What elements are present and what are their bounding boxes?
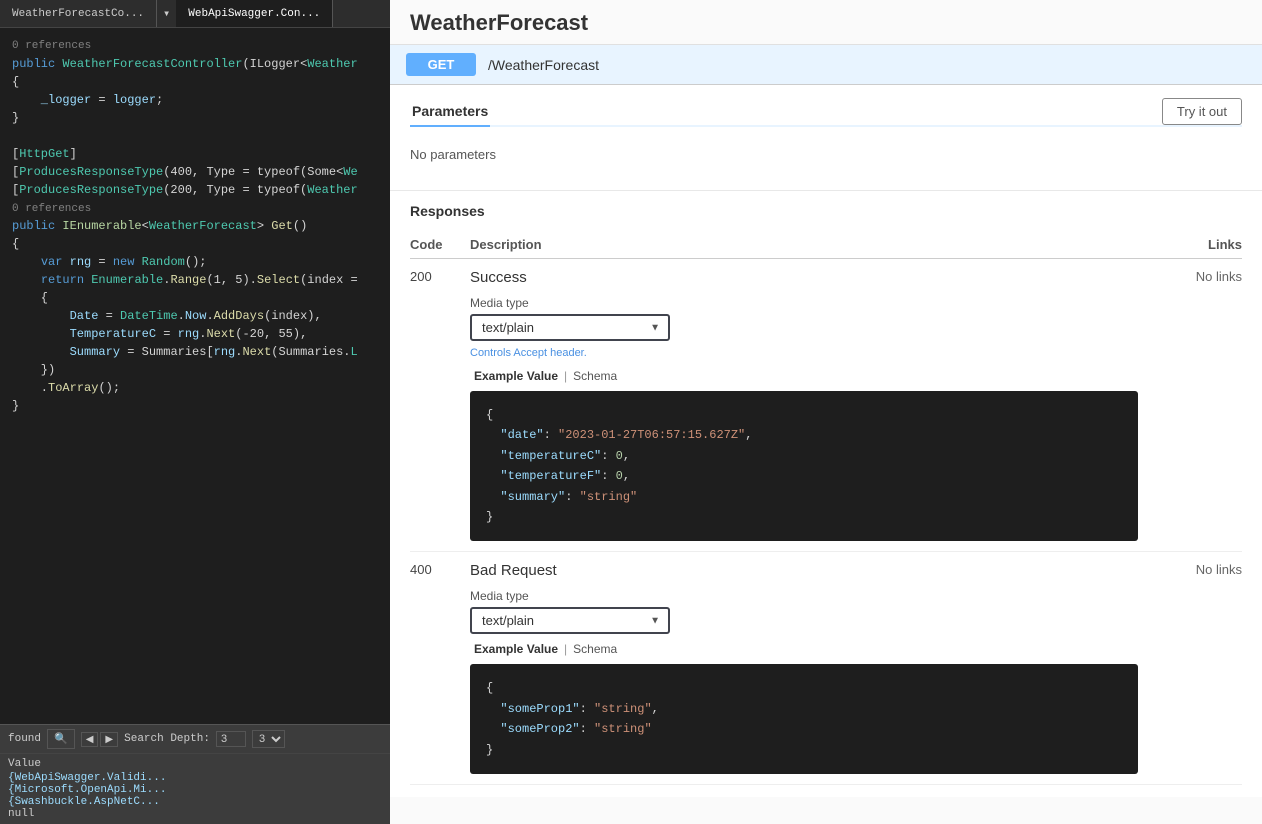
code-line: public IEnumerable<WeatherForecast> Get(… <box>0 217 390 235</box>
response-code-400: 400 <box>410 552 470 785</box>
example-schema-tabs-200: Example Value | Schema <box>470 367 1138 385</box>
example-code-block-400: { "someProp1": "string", "someProp2": "s… <box>470 664 1138 774</box>
search-box[interactable]: 🔍 <box>47 729 75 749</box>
search-depth-label: Search Depth: <box>124 733 210 745</box>
responses-section: Responses Code Description Links 200 <box>390 190 1262 797</box>
code-line: { <box>0 289 390 307</box>
tab-schema-200[interactable]: Schema <box>569 367 621 385</box>
example-schema-tabs-400: Example Value | Schema <box>470 640 1138 658</box>
swagger-content: GET /WeatherForecast Parameters Try it o… <box>390 45 1262 824</box>
code-line: [ProducesResponseType(200, Type = typeof… <box>0 181 390 199</box>
code-line: _logger = logger; <box>0 91 390 109</box>
responses-title: Responses <box>410 203 1242 219</box>
swagger-title: WeatherForecast <box>410 10 1242 36</box>
search-depth-dropdown[interactable]: 3 <box>252 730 285 748</box>
code-line: { <box>0 235 390 253</box>
values-label: Value <box>8 758 382 770</box>
controls-note-200: Controls Accept header. <box>470 347 1138 359</box>
swagger-header: WeatherForecast <box>390 0 1262 45</box>
response-row-200: 200 Success Media type text/plain applic… <box>410 259 1242 552</box>
code-editor-panel: WeatherForecastCo... ▾ WebApiSwagger.Con… <box>0 0 390 824</box>
response-links-400: No links <box>1138 552 1242 785</box>
col-header-code: Code <box>410 231 470 259</box>
response-desc-title-200: Success <box>470 269 1138 286</box>
col-header-description: Description <box>470 231 1138 259</box>
code-editor-content: 0 references public WeatherForecastContr… <box>0 28 390 724</box>
no-parameters-text: No parameters <box>410 139 1242 178</box>
media-type-select-200[interactable]: text/plain application/json text/json <box>470 314 670 341</box>
tab-example-value-200[interactable]: Example Value <box>470 367 562 385</box>
code-line: public WeatherForecastController(ILogger… <box>0 55 390 73</box>
search-icon: 🔍 <box>54 732 68 746</box>
response-desc-400: Bad Request Media type text/plain applic… <box>470 552 1138 785</box>
search-depth-input[interactable] <box>216 731 246 747</box>
code-line: Date = DateTime.Now.AddDays(index), <box>0 307 390 325</box>
found-label: found <box>8 733 41 745</box>
value-item: {Microsoft.OpenApi.Mi... <box>8 784 382 796</box>
section-tabs: Parameters Try it out <box>410 97 1242 127</box>
parameters-section: Parameters Try it out No parameters <box>390 85 1262 190</box>
value-item: {Swashbuckle.AspNetC... <box>8 796 382 808</box>
endpoint-path: /WeatherForecast <box>488 57 599 73</box>
search-next-button[interactable]: ▶ <box>100 732 118 747</box>
code-line: var rng = new Random(); <box>0 253 390 271</box>
media-type-select-wrapper-200: text/plain application/json text/json <box>470 314 670 341</box>
try-it-out-button[interactable]: Try it out <box>1162 98 1242 125</box>
tab-separator-200: | <box>562 367 569 385</box>
code-line: [HttpGet] <box>0 145 390 163</box>
media-type-select-wrapper-400: text/plain application/json text/json <box>470 607 670 634</box>
media-type-select-400[interactable]: text/plain application/json text/json <box>470 607 670 634</box>
code-line: { <box>0 73 390 91</box>
response-code-200: 200 <box>410 259 470 552</box>
http-method-badge: GET <box>406 53 476 76</box>
bottom-search-bar: found 🔍 ◀ ▶ Search Depth: 3 <box>0 724 390 753</box>
responses-table: Code Description Links 200 Success Media… <box>410 231 1242 785</box>
code-line: [ProducesResponseType(400, Type = typeof… <box>0 163 390 181</box>
editor-tab-bar: WeatherForecastCo... ▾ WebApiSwagger.Con… <box>0 0 390 28</box>
value-item: null <box>8 808 382 820</box>
media-type-label-200: Media type <box>470 296 1138 310</box>
response-links-200: No links <box>1138 259 1242 552</box>
code-line: }) <box>0 361 390 379</box>
endpoint-header: GET /WeatherForecast <box>390 45 1262 85</box>
search-prev-button[interactable]: ◀ <box>81 732 99 747</box>
code-line: 0 references <box>0 199 390 218</box>
tab-schema-400[interactable]: Schema <box>569 640 621 658</box>
media-type-label-400: Media type <box>470 589 1138 603</box>
response-desc-title-400: Bad Request <box>470 562 1138 579</box>
tab-webapi-swagger[interactable]: WebApiSwagger.Con... <box>176 0 333 27</box>
values-section: Value {WebApiSwagger.Validi... {Microsof… <box>0 753 390 824</box>
code-line: TemperatureC = rng.Next(-20, 55), <box>0 325 390 343</box>
tab-dropdown-arrow[interactable]: ▾ <box>157 2 176 25</box>
response-row-400: 400 Bad Request Media type text/plain ap… <box>410 552 1242 785</box>
code-line: 0 references <box>0 36 390 55</box>
code-line: } <box>0 397 390 415</box>
tab-parameters[interactable]: Parameters <box>410 97 490 127</box>
code-line: Summary = Summaries[rng.Next(Summaries.L <box>0 343 390 361</box>
endpoint-container: GET /WeatherForecast Parameters Try it o… <box>390 45 1262 797</box>
code-line: } <box>0 109 390 127</box>
code-line: .ToArray(); <box>0 379 390 397</box>
tab-example-value-400[interactable]: Example Value <box>470 640 562 658</box>
search-navigation: ◀ ▶ <box>81 732 118 747</box>
value-item: {WebApiSwagger.Validi... <box>8 772 382 784</box>
response-desc-200: Success Media type text/plain applicatio… <box>470 259 1138 552</box>
example-code-block-200: { "date": "2023-01-27T06:57:15.627Z", "t… <box>470 391 1138 541</box>
col-header-links: Links <box>1138 231 1242 259</box>
code-line <box>0 127 390 145</box>
swagger-panel: WeatherForecast GET /WeatherForecast Par… <box>390 0 1262 824</box>
code-line: return Enumerable.Range(1, 5).Select(ind… <box>0 271 390 289</box>
tab-separator-400: | <box>562 640 569 658</box>
tab-weatherforecast-controller[interactable]: WeatherForecastCo... <box>0 0 157 27</box>
